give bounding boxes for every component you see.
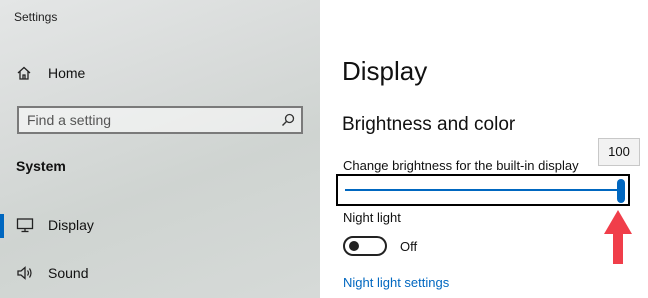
active-indicator bbox=[0, 214, 4, 238]
night-light-label: Night light bbox=[343, 210, 401, 225]
toggle-knob bbox=[349, 241, 359, 251]
night-light-toggle[interactable] bbox=[343, 236, 387, 256]
main-panel: Display Brightness and color Change brig… bbox=[320, 0, 648, 298]
brightness-tooltip: 100 bbox=[598, 138, 640, 166]
home-icon bbox=[17, 66, 31, 80]
monitor-icon bbox=[16, 218, 34, 233]
annotation-arrow-icon bbox=[604, 210, 632, 264]
slider-track[interactable] bbox=[345, 189, 621, 191]
brightness-label: Change brightness for the built-in displ… bbox=[343, 158, 579, 173]
section-label-system: System bbox=[16, 158, 66, 174]
sidebar-item-label: Display bbox=[48, 217, 94, 233]
brightness-slider[interactable] bbox=[336, 174, 630, 206]
toggle-state-label: Off bbox=[400, 239, 418, 254]
sidebar-item-sound[interactable]: Sound bbox=[0, 258, 320, 288]
page-title: Display bbox=[342, 56, 428, 86]
sidebar: Settings Home System Display Sound bbox=[0, 0, 320, 298]
night-light-settings-link[interactable]: Night light settings bbox=[343, 275, 449, 290]
nav-home[interactable]: Home bbox=[0, 58, 320, 88]
search-box[interactable] bbox=[17, 106, 303, 134]
section-title: Brightness and color bbox=[342, 114, 516, 135]
sidebar-item-display[interactable]: Display bbox=[0, 210, 320, 240]
sidebar-item-label: Sound bbox=[48, 265, 89, 281]
window-title: Settings bbox=[14, 10, 58, 24]
search-input[interactable] bbox=[19, 108, 269, 132]
nav-home-label: Home bbox=[48, 65, 86, 81]
speaker-icon bbox=[17, 266, 32, 280]
slider-thumb[interactable] bbox=[617, 179, 625, 203]
search-icon[interactable] bbox=[281, 113, 295, 127]
